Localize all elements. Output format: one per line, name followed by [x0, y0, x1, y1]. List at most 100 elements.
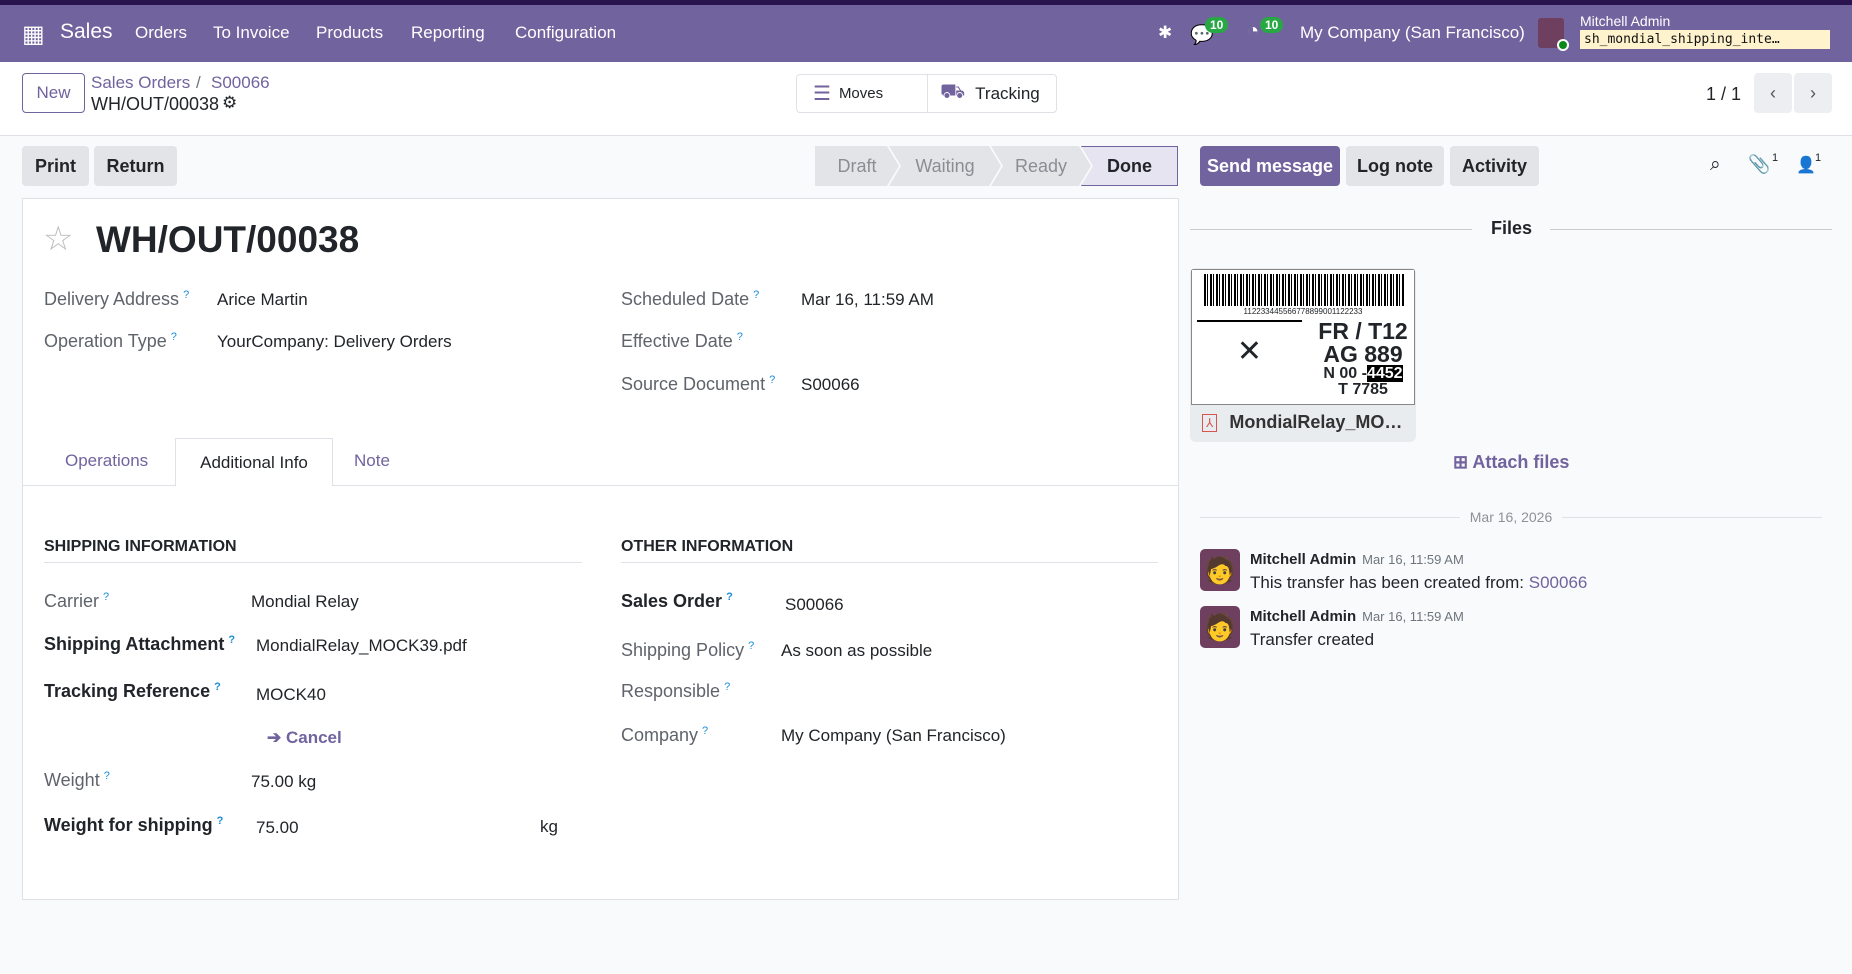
message-time: Mar 16, 11:59 AM [1362, 609, 1464, 624]
status-done[interactable]: Done [1081, 146, 1178, 186]
list-icon: ☰ [813, 83, 831, 105]
operation-type-label: Operation Type? [44, 331, 177, 351]
shipping-attachment-value[interactable]: MondialRelay_MOCK39.pdf [256, 636, 467, 656]
pager-value[interactable]: 1 / 1 [1706, 84, 1741, 105]
new-button[interactable]: New [22, 73, 85, 113]
menu-orders[interactable]: Orders [135, 23, 187, 43]
source-document-value[interactable]: S00066 [801, 375, 860, 395]
scheduled-date-value[interactable]: Mar 16, 11:59 AM [801, 290, 934, 310]
favorite-star-icon[interactable]: ☆ [43, 219, 73, 259]
delivery-address-value[interactable]: Arice Martin [217, 290, 308, 310]
carrier-label: Carrier? [44, 591, 110, 611]
delivery-address-label: Delivery Address? [44, 289, 190, 309]
print-button[interactable]: Print [22, 146, 89, 186]
menu-reporting[interactable]: Reporting [411, 23, 485, 43]
status-waiting[interactable]: Waiting [889, 146, 1001, 186]
message-body: This transfer has been created from: [1250, 573, 1529, 592]
record-title: WH/OUT/00038 [96, 219, 360, 260]
sales-order-label: Sales Order? [621, 591, 733, 611]
app-name[interactable]: Sales [60, 20, 113, 44]
message-body: Transfer created [1250, 630, 1375, 649]
smart-buttons: ☰ Moves ⛟ Tracking [796, 74, 1057, 113]
moves-button[interactable]: ☰ Moves [797, 75, 928, 112]
message-time: Mar 16, 11:59 AM [1362, 552, 1464, 567]
tab-note[interactable]: Note [354, 451, 390, 471]
online-status-icon [1557, 39, 1569, 51]
form-sheet: ☆ WH/OUT/00038 Delivery Address? Arice M… [22, 198, 1179, 900]
effective-date-label: Effective Date? [621, 331, 743, 351]
truck-icon: ⛟ [940, 81, 966, 103]
message-item: 🧑 Mitchell Admin Mar 16, 11:59 AM Transfe… [1200, 606, 1464, 650]
company-value[interactable]: My Company (San Francisco) [781, 726, 1006, 746]
author-avatar[interactable]: 🧑 [1200, 606, 1240, 648]
log-note-button[interactable]: Log note [1346, 146, 1444, 186]
company-switcher[interactable]: My Company (San Francisco) [1300, 23, 1525, 43]
message-link[interactable]: S00066 [1529, 573, 1588, 592]
followers-icon[interactable]: 👤 [1796, 155, 1816, 175]
message-author[interactable]: Mitchell Admin [1250, 608, 1356, 625]
shipping-attachment-label: Shipping Attachment? [44, 634, 236, 654]
debug-icon[interactable]: ✱ [1158, 23, 1172, 43]
cancel-tracking-link[interactable]: ➔ Cancel [267, 728, 342, 748]
weight-label: Weight? [44, 770, 110, 790]
attachment-name: MondialRelay_MO… [1229, 412, 1403, 432]
search-icon[interactable]: ⌕ [1710, 154, 1721, 176]
breadcrumb-separator: / [196, 73, 201, 92]
attachments-count: 1 [1772, 152, 1779, 164]
carrier-value[interactable]: Mondial Relay [251, 592, 359, 612]
activity-badge: 10 [1260, 17, 1284, 33]
send-message-button[interactable]: Send message [1200, 146, 1340, 186]
shipping-information-heading: SHIPPING INFORMATION [44, 538, 582, 563]
chatter-files-divider-right [1550, 229, 1832, 230]
company-label: Company? [621, 725, 709, 745]
attach-files-button[interactable]: ⊞ Attach files [1453, 452, 1569, 473]
top-navbar: ▦ Sales Orders To Invoice Products Repor… [0, 0, 1852, 62]
attachment-card[interactable]: 112233445566778899001122233 ✕ FR / T12 A… [1190, 268, 1416, 442]
source-document-label: Source Document? [621, 374, 776, 394]
chatter-files-divider [1190, 229, 1472, 230]
author-avatar[interactable]: 🧑 [1200, 549, 1240, 591]
activity-button[interactable]: Activity [1450, 146, 1539, 186]
shipping-policy-value[interactable]: As soon as possible [781, 641, 932, 661]
menu-configuration[interactable]: Configuration [515, 23, 616, 43]
tracking-reference-value[interactable]: MOCK40 [256, 685, 326, 705]
other-information-heading: OTHER INFORMATION [621, 538, 1158, 563]
sales-order-value[interactable]: S00066 [785, 595, 844, 615]
status-ready[interactable]: Ready [991, 146, 1091, 186]
messages-badge: 10 [1205, 17, 1229, 33]
pager-previous-button[interactable]: ‹ [1754, 73, 1792, 113]
gear-icon[interactable]: ⚙ [222, 93, 237, 113]
followers-count: 1 [1815, 152, 1822, 164]
return-button[interactable]: Return [94, 146, 177, 186]
control-panel: New Sales Orders / S00066 WH/OUT/00038 ⚙… [0, 62, 1852, 136]
breadcrumb-sales-orders[interactable]: Sales Orders [91, 73, 190, 93]
attachment-thumbnail[interactable]: 112233445566778899001122233 ✕ FR / T12 A… [1191, 269, 1415, 405]
status-draft[interactable]: Draft [815, 146, 899, 186]
pager-next-button[interactable]: › [1794, 73, 1832, 113]
message-item: 🧑 Mitchell Admin Mar 16, 11:59 AM This tr… [1200, 549, 1587, 593]
pdf-icon: ⅄ [1202, 413, 1218, 432]
apps-menu-icon[interactable]: ▦ [22, 20, 45, 49]
user-name[interactable]: Mitchell Admin [1580, 13, 1670, 29]
breadcrumb-current: WH/OUT/00038 [91, 94, 220, 114]
database-name: sh_mondial_shipping_inte… [1580, 30, 1830, 49]
message-author[interactable]: Mitchell Admin [1250, 551, 1356, 568]
activity-clock-icon[interactable]: ◔ [1247, 20, 1259, 43]
tab-operations[interactable]: Operations [65, 451, 148, 471]
menu-to-invoice[interactable]: To Invoice [213, 23, 290, 43]
weight-for-shipping-unit: kg [540, 817, 558, 836]
paperclip-icon[interactable]: 📎 [1748, 154, 1770, 175]
shipping-policy-label: Shipping Policy? [621, 640, 755, 660]
tab-additional-info[interactable]: Additional Info [175, 438, 333, 486]
status-bar: Draft Waiting Ready Done [815, 146, 1178, 186]
label-sender-box: ✕ [1197, 320, 1302, 400]
arrow-right-icon: ➔ [267, 728, 286, 747]
tracking-button[interactable]: ⛟ Tracking [928, 75, 1056, 112]
weight-for-shipping-value[interactable]: 75.00 [256, 818, 299, 838]
operation-type-value[interactable]: YourCompany: Delivery Orders [217, 332, 452, 352]
weight-value[interactable]: 75.00 kg [251, 772, 316, 792]
plus-square-icon: ⊞ [1453, 452, 1473, 472]
menu-products[interactable]: Products [316, 23, 383, 43]
files-heading: Files [1491, 218, 1533, 238]
breadcrumb-sale-order[interactable]: S00066 [211, 73, 270, 93]
